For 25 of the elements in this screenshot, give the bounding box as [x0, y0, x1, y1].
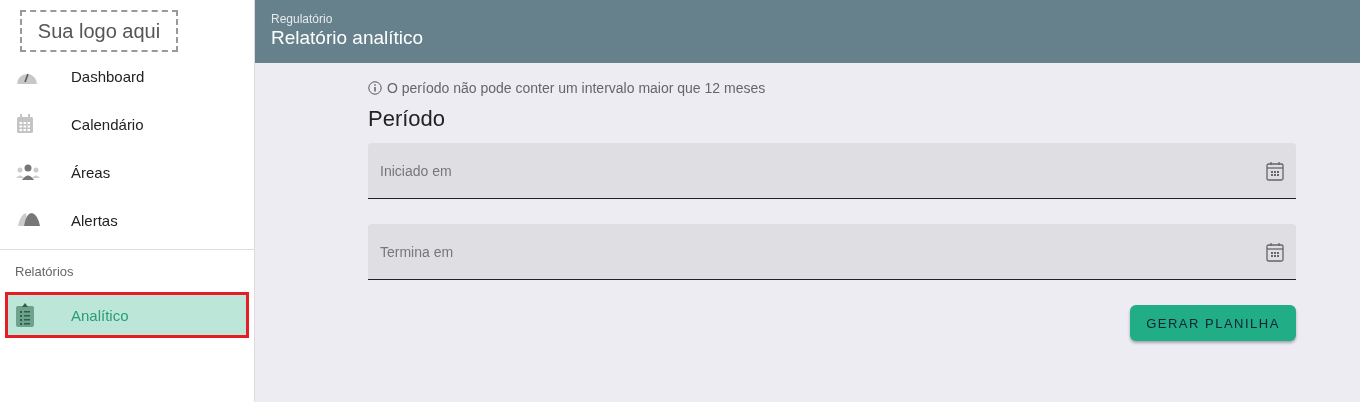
nav-label: Áreas [71, 163, 111, 181]
calendar-icon[interactable] [1266, 161, 1284, 181]
page-title: Relatório analítico [271, 27, 425, 49]
nav-label: Calendário [71, 115, 144, 133]
info-icon [368, 81, 382, 95]
nav-label: Alertas [71, 211, 118, 229]
notice-text: O período não pode conter um intervalo maior que 12 meses [387, 80, 766, 96]
nav-label: Dashboard [71, 67, 145, 85]
nav-item[interactable]: Áreas [0, 148, 254, 196]
calendar-icon[interactable] [1266, 242, 1284, 262]
section-title: Período [368, 106, 447, 132]
calendar-icon [16, 114, 34, 134]
date-field[interactable]: Iniciado em [368, 143, 1296, 199]
logo-text: Sua logo aqui [37, 19, 161, 43]
breadcrumb: Regulatório [271, 12, 334, 26]
nav-item[interactable]: Calendário [0, 100, 254, 148]
generate-button[interactable]: GERAR PLANILHA [1130, 305, 1296, 341]
section-label: Relatórios [14, 263, 75, 279]
bell-icon [16, 211, 40, 229]
nav-item[interactable]: Alertas [0, 196, 254, 244]
nav-item[interactable]: Dashboard [0, 52, 254, 100]
nav-label: Analítico [71, 306, 129, 324]
date-field[interactable]: Termina em [368, 224, 1296, 280]
people-icon [16, 164, 40, 180]
clipboard-icon [16, 303, 34, 327]
